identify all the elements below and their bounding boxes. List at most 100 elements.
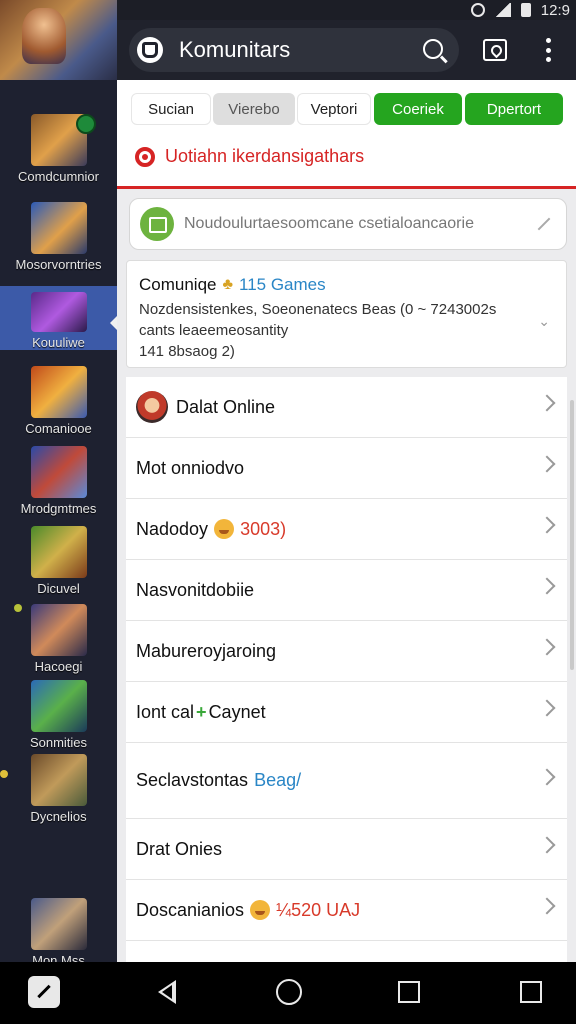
coin-icon: ♣ bbox=[222, 276, 234, 293]
plus-icon: + bbox=[196, 701, 207, 722]
app-drawer-icon[interactable] bbox=[28, 976, 60, 1008]
list-item-label: Mot onniodvo bbox=[136, 457, 245, 478]
list-item-label: Nasvonitdobiie bbox=[136, 579, 255, 600]
app-root: Comdcumnior Mosorvorntries Kouuliwe Coma… bbox=[0, 0, 576, 1024]
pencil-icon[interactable] bbox=[537, 217, 551, 231]
sidebar-thumb bbox=[30, 526, 87, 578]
sidebar-thumb bbox=[30, 754, 87, 806]
sidebar-item-6[interactable]: Dicuvel bbox=[0, 520, 117, 598]
list-item-label: Dalat Online bbox=[176, 396, 276, 417]
info-description: Nozdensistenkes, Soeonenatecs Beas (0 ~ … bbox=[139, 299, 519, 362]
info-desc-line: 141 8bsaog 2) bbox=[139, 343, 235, 360]
sidebar-item-8[interactable]: Sonmities bbox=[0, 674, 117, 752]
sidebar-item-1[interactable]: Comdcumnior bbox=[0, 108, 117, 186]
sidebar-thumb bbox=[30, 292, 87, 332]
list-item[interactable]: Mot onniodvo bbox=[126, 438, 567, 499]
list-item[interactable]: Drat Onies bbox=[126, 819, 567, 880]
info-title: Comuniqe bbox=[139, 275, 217, 294]
info-games-count: 115 Games bbox=[239, 275, 326, 294]
list-item[interactable]: Dalat Online bbox=[126, 377, 567, 438]
info-desc-line: cants leaeemeosantity bbox=[139, 322, 289, 339]
chevron-right-icon bbox=[538, 768, 556, 786]
compose-input[interactable]: Noudoulurtaesoomcane csetialoancaorie bbox=[129, 198, 567, 250]
list-item[interactable]: Seclavstontas Beag/ bbox=[126, 743, 567, 819]
compose-icon bbox=[140, 207, 174, 241]
system-nav-bar bbox=[0, 962, 576, 1024]
community-list: Dalat Online Mot onniodvo Nadodoy 3003) … bbox=[126, 377, 567, 962]
sidebar-item-4[interactable]: Comaniooe bbox=[0, 360, 117, 438]
tab-veptori[interactable]: Veptori bbox=[297, 93, 371, 125]
tab-row: Sucian Vierebo Veptori Coeriek Dpertort … bbox=[117, 80, 576, 186]
list-item-extra: Caynet bbox=[208, 701, 266, 722]
scrollbar[interactable] bbox=[570, 400, 574, 670]
status-bar: 12:9 bbox=[117, 0, 576, 20]
chevron-right-icon bbox=[538, 516, 556, 534]
sidebar-item-label: Dicuvel bbox=[37, 581, 80, 596]
sidebar-item-10[interactable]: Mon Mss bbox=[0, 892, 117, 970]
tab-coeriek[interactable]: Coeriek bbox=[374, 93, 462, 125]
list-item[interactable]: Nadodoy 3003) bbox=[126, 499, 567, 560]
alert-text: Uotiahn ikerdansigathars bbox=[165, 146, 365, 166]
list-item[interactable]: Iont cal + Caynet bbox=[126, 682, 567, 743]
smile-emoji-icon bbox=[214, 519, 235, 539]
square-icon[interactable] bbox=[520, 981, 542, 1003]
status-time: 12:9 bbox=[540, 1, 570, 19]
map-pin-icon[interactable] bbox=[483, 39, 507, 61]
sidebar-thumb bbox=[30, 604, 87, 656]
sidebar-item-label: Mosorvorntries bbox=[15, 257, 102, 272]
list-item-extra: 3003) bbox=[240, 518, 287, 539]
sidebar-thumb bbox=[30, 680, 87, 732]
list-item-label: Doscanianios bbox=[136, 899, 245, 920]
sidebar-item-label: Kouuliwe bbox=[32, 335, 85, 350]
list-item-label: Mabureroyjaroing bbox=[136, 640, 277, 661]
community-info-card[interactable]: Comuniqe ♣ 115 Games Nozdensistenkes, So… bbox=[126, 260, 567, 368]
title-search-bar[interactable]: Komunitars bbox=[129, 28, 459, 72]
tab-dpertort[interactable]: Dpertort bbox=[465, 93, 563, 125]
more-vert-icon[interactable] bbox=[545, 38, 551, 62]
main-content: Sucian Vierebo Veptori Coeriek Dpertort … bbox=[117, 80, 576, 962]
list-item-label: Nadodoy bbox=[136, 518, 209, 539]
list-item-extra: Beag/ bbox=[254, 770, 302, 790]
signal-icon bbox=[494, 3, 511, 17]
sidebar-item-label: Comaniooe bbox=[25, 421, 92, 436]
smile-emoji-icon bbox=[250, 900, 271, 920]
list-item-label: Seclavstontas bbox=[136, 770, 249, 790]
sidebar-item-5[interactable]: Mrodgmtmes bbox=[0, 440, 117, 518]
list-item[interactable]: Doscanianios ¼520 UAJ bbox=[126, 880, 567, 941]
alert-notice[interactable]: Uotiahn ikerdansigathars bbox=[135, 146, 364, 167]
chevron-right-icon bbox=[538, 836, 556, 854]
recents-icon[interactable] bbox=[398, 981, 420, 1003]
battery-icon bbox=[520, 3, 531, 17]
top-app-bar: Komunitars bbox=[117, 20, 576, 80]
sidebar-item-label: Hacoegi bbox=[34, 659, 83, 674]
sidebar-thumb bbox=[30, 366, 87, 418]
info-desc-line: Nozdensistenkes, Soeonenatecs Beas (0 ~ … bbox=[139, 301, 497, 318]
app-logo-icon bbox=[137, 37, 163, 63]
list-item-label: Drat Onies bbox=[136, 838, 223, 859]
list-item[interactable]: Nasvonitdobiie bbox=[126, 560, 567, 621]
expand-icon[interactable]: ⌄ bbox=[538, 313, 550, 330]
notification-dot bbox=[76, 114, 96, 134]
list-item[interactable]: Mabureroyjaroing bbox=[126, 621, 567, 682]
sidebar-item-label: Comdcumnior bbox=[18, 169, 99, 184]
chevron-right-icon bbox=[538, 699, 556, 717]
divider bbox=[117, 186, 576, 189]
sidebar-item-3-active[interactable]: Kouuliwe bbox=[0, 286, 117, 350]
app-title: Komunitars bbox=[179, 37, 291, 62]
list-item[interactable] bbox=[126, 941, 567, 962]
tab-vierebo[interactable]: Vierebo bbox=[213, 93, 295, 125]
chevron-right-icon bbox=[538, 455, 556, 473]
sidebar-hero-avatar[interactable] bbox=[0, 0, 117, 80]
chevron-right-icon bbox=[538, 638, 556, 656]
tab-sucian[interactable]: Sucian bbox=[131, 93, 211, 125]
sidebar-item-7[interactable]: Hacoegi bbox=[0, 598, 117, 676]
sidebar-item-9[interactable]: Dycnelios bbox=[0, 748, 117, 826]
list-item-label: Iont cal bbox=[136, 701, 195, 722]
sidebar-thumb bbox=[30, 446, 87, 498]
home-icon[interactable] bbox=[276, 979, 302, 1005]
alert-icon bbox=[135, 146, 155, 167]
sidebar-item-label: Dycnelios bbox=[30, 809, 87, 824]
back-icon[interactable] bbox=[158, 980, 176, 1004]
search-icon[interactable] bbox=[423, 39, 443, 59]
sidebar-item-2[interactable]: Mosorvorntries bbox=[0, 196, 117, 274]
